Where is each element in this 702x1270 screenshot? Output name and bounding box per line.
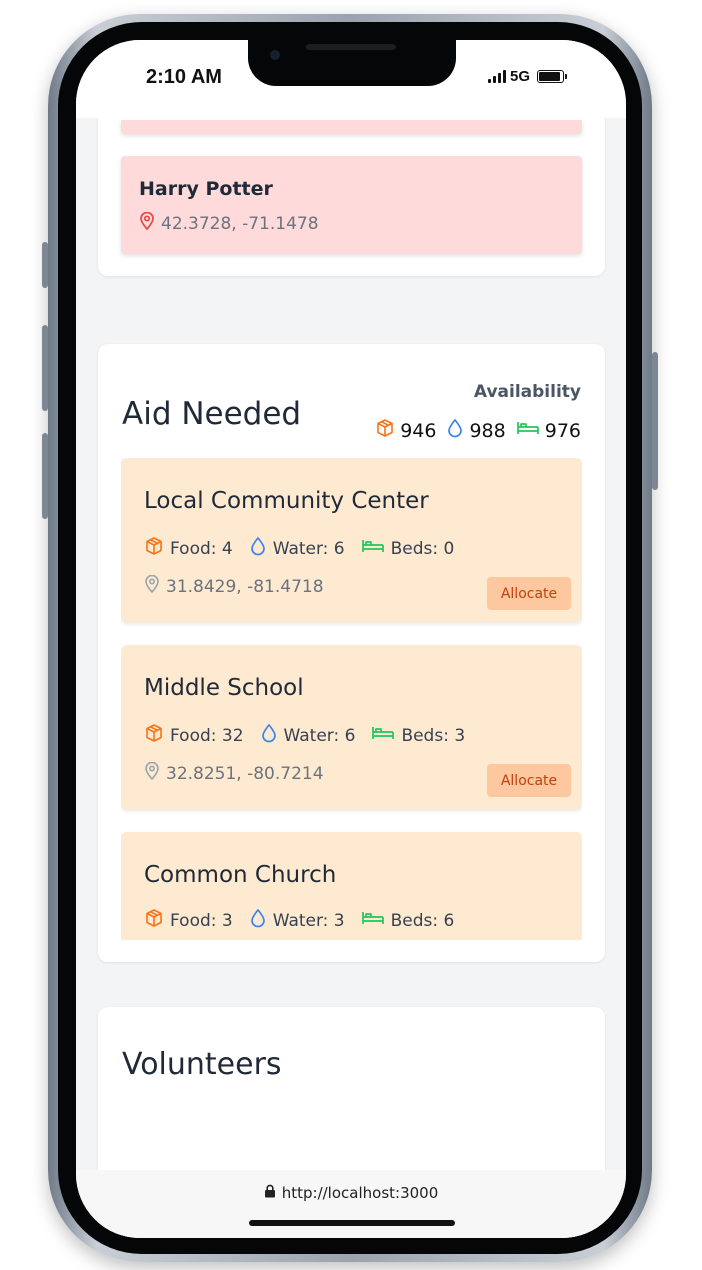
- availability-beds: 976: [516, 419, 581, 442]
- droplet-icon: [249, 536, 267, 561]
- bed-icon: [361, 909, 385, 932]
- availability-water-value: 988: [469, 419, 506, 442]
- volunteers-title: Volunteers: [122, 1047, 282, 1082]
- allocate-button[interactable]: Allocate: [487, 577, 571, 610]
- supply-food: Food: 4: [144, 536, 233, 561]
- phone-screen: Harry Potter 42.3728, -71.1478 Aid Neede…: [76, 40, 626, 1238]
- phone-notch: [248, 40, 456, 86]
- supply-water-text: Water: 6: [283, 725, 356, 746]
- supply-food: Food: 3: [144, 908, 233, 933]
- report-coords: 42.3728, -71.1478: [161, 213, 319, 234]
- map-pin-icon: [144, 574, 160, 598]
- availability-label: Availability: [473, 382, 581, 402]
- status-time: 2:10 AM: [146, 66, 222, 88]
- droplet-icon: [260, 723, 278, 748]
- report-location: 42.3728, -71.1478: [139, 211, 319, 235]
- phone-power-button: [652, 352, 658, 490]
- package-icon: [375, 418, 395, 443]
- availability-food-value: 946: [400, 419, 437, 442]
- report-item[interactable]: Harry Potter 42.3728, -71.1478: [121, 156, 582, 254]
- droplet-icon: [249, 908, 267, 933]
- supply-food-text: Food: 4: [170, 538, 233, 559]
- url-text: http://localhost:3000: [281, 1184, 439, 1202]
- aid-item-supplies: Food: 32 Water: 6 Beds: 3: [144, 723, 465, 748]
- droplet-icon: [446, 418, 464, 443]
- package-icon: [144, 908, 164, 933]
- map-pin-icon: [144, 761, 160, 785]
- map-pin-icon: [139, 211, 155, 235]
- supply-water: Water: 6: [260, 723, 356, 748]
- phone-volume-down-button: [42, 433, 48, 519]
- network-type: 5G: [510, 68, 531, 85]
- availability-beds-value: 976: [544, 419, 581, 442]
- status-indicators: 5G: [488, 68, 568, 85]
- signal-icon: [488, 70, 506, 83]
- package-icon: [144, 536, 164, 561]
- aid-needed-list[interactable]: Local Community Center Food: 4 Water: 6 …: [121, 458, 582, 940]
- supply-beds-text: Beds: 0: [390, 538, 455, 559]
- aid-item-name: Common Church: [144, 862, 337, 888]
- availability-summary: 946 988 976: [375, 418, 581, 443]
- speaker-grille: [306, 44, 396, 50]
- supply-beds: Beds: 6: [361, 909, 455, 932]
- supply-food-text: Food: 32: [170, 725, 244, 746]
- supply-water-text: Water: 6: [272, 538, 345, 559]
- aid-item-coords: 31.8429, -81.4718: [166, 576, 324, 597]
- phone-volume-up-button: [42, 325, 48, 411]
- allocate-button[interactable]: Allocate: [487, 764, 571, 797]
- bed-icon: [371, 724, 395, 747]
- aid-needed-card: Aid Needed Availability 946 988 976 Loca…: [98, 344, 605, 962]
- aid-item: Common Church Food: 3 Water: 3 Beds: 6: [121, 832, 582, 940]
- supply-water: Water: 6: [249, 536, 345, 561]
- bed-icon: [361, 537, 385, 560]
- aid-item-supplies: Food: 4 Water: 6 Beds: 0: [144, 536, 454, 561]
- report-name: Harry Potter: [139, 178, 273, 200]
- home-indicator[interactable]: [249, 1220, 455, 1226]
- aid-item-location: 32.8251, -80.7214: [144, 761, 324, 785]
- battery-icon: [537, 70, 568, 83]
- supply-beds-text: Beds: 6: [390, 910, 455, 931]
- browser-url-bar[interactable]: http://localhost:3000: [76, 1170, 626, 1238]
- lock-icon: [264, 1184, 276, 1202]
- supply-beds-text: Beds: 3: [401, 725, 466, 746]
- aid-item-location: 31.8429, -81.4718: [144, 574, 324, 598]
- supply-water-text: Water: 3: [272, 910, 345, 931]
- url-display[interactable]: http://localhost:3000: [76, 1184, 626, 1202]
- supply-water: Water: 3: [249, 908, 345, 933]
- supply-beds: Beds: 3: [371, 724, 465, 747]
- aid-item-name: Middle School: [144, 675, 304, 701]
- availability-food: 946: [375, 418, 436, 443]
- aid-item-coords: 32.8251, -80.7214: [166, 763, 324, 784]
- phone-silent-switch: [42, 242, 48, 288]
- package-icon: [144, 723, 164, 748]
- supply-beds: Beds: 0: [361, 537, 455, 560]
- report-item[interactable]: [121, 120, 582, 134]
- aid-item: Local Community Center Food: 4 Water: 6 …: [121, 458, 582, 622]
- supply-food: Food: 32: [144, 723, 244, 748]
- aid-item-supplies: Food: 3 Water: 3 Beds: 6: [144, 908, 454, 933]
- supply-food-text: Food: 3: [170, 910, 233, 931]
- front-camera: [270, 50, 280, 60]
- aid-needed-title: Aid Needed: [122, 396, 302, 432]
- bed-icon: [516, 419, 540, 442]
- aid-item-name: Local Community Center: [144, 488, 429, 514]
- aid-item: Middle School Food: 32 Water: 6 Beds: 3: [121, 645, 582, 809]
- availability-water: 988: [446, 418, 506, 443]
